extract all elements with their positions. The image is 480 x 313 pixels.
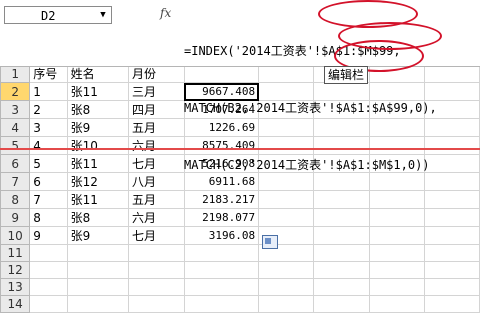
- row-header[interactable]: 7: [0, 172, 31, 191]
- cell-c[interactable]: 八月: [127, 172, 185, 191]
- cell-empty[interactable]: [368, 226, 425, 245]
- formula-line: MATCH(B2,'2014工资表'!$A$1:$A$99,0),: [184, 101, 437, 115]
- chevron-down-icon[interactable]: ▼: [97, 9, 109, 21]
- row-header[interactable]: 9: [0, 208, 31, 227]
- cell-empty[interactable]: [423, 244, 480, 262]
- cell-b[interactable]: [66, 261, 129, 279]
- cell-d[interactable]: 3196.08: [183, 226, 260, 245]
- cell-empty[interactable]: [313, 226, 370, 245]
- cell-empty[interactable]: [423, 226, 480, 245]
- cell-b[interactable]: 张11: [66, 190, 129, 209]
- cell-a[interactable]: 序号: [29, 64, 68, 83]
- row-header[interactable]: 6: [0, 154, 31, 173]
- row-header[interactable]: 1: [0, 64, 31, 83]
- paste-options-icon[interactable]: [262, 235, 278, 249]
- cell-c[interactable]: 六月: [127, 136, 185, 155]
- cell-a[interactable]: 5: [29, 154, 68, 173]
- cell-empty[interactable]: [368, 295, 425, 313]
- cell-empty[interactable]: [313, 295, 370, 313]
- cell-a[interactable]: [29, 295, 68, 313]
- cell-empty[interactable]: [313, 278, 370, 296]
- cell-b[interactable]: 张8: [66, 100, 129, 119]
- cell-empty[interactable]: [313, 261, 370, 279]
- cell-c[interactable]: 三月: [127, 82, 185, 101]
- formula-line: MATCH(C2,'2014工资表'!$A$1:$M$1,0)): [184, 158, 430, 172]
- cell-empty[interactable]: [368, 261, 425, 279]
- cell-b[interactable]: 张11: [66, 154, 129, 173]
- formula-line: =INDEX('2014工资表'!$A$1:$M$99,: [184, 44, 401, 58]
- cell-a[interactable]: 9: [29, 226, 68, 245]
- row-header[interactable]: 11: [0, 244, 31, 262]
- cell-b[interactable]: 张8: [66, 208, 129, 227]
- cell-c[interactable]: 四月: [127, 100, 185, 119]
- cell-d[interactable]: [183, 295, 260, 313]
- cell-a[interactable]: [29, 278, 68, 296]
- cell-empty[interactable]: [423, 261, 480, 279]
- cell-c[interactable]: [127, 261, 185, 279]
- cell-c[interactable]: [127, 244, 185, 262]
- strike-line: [0, 148, 480, 150]
- cell-a[interactable]: 3: [29, 118, 68, 137]
- cell-d[interactable]: [183, 278, 260, 296]
- cell-empty[interactable]: [368, 244, 425, 262]
- cell-d[interactable]: [183, 244, 260, 262]
- cell-b[interactable]: 张9: [66, 118, 129, 137]
- cell-c[interactable]: [127, 295, 185, 313]
- table-row: 11: [0, 244, 480, 262]
- cell-a[interactable]: [29, 261, 68, 279]
- row-header[interactable]: 10: [0, 226, 31, 245]
- row-header[interactable]: 14: [0, 295, 31, 313]
- row-header[interactable]: 12: [0, 261, 31, 279]
- name-box-value: D2: [41, 9, 56, 23]
- formula-text[interactable]: =INDEX('2014工资表'!$A$1:$M$99, MATCH(B2,'2…: [184, 4, 478, 213]
- cell-b[interactable]: 张10: [66, 136, 129, 155]
- row-header[interactable]: 2: [0, 82, 31, 101]
- cell-empty[interactable]: [423, 278, 480, 296]
- cell-b[interactable]: [66, 244, 129, 262]
- table-row: 13: [0, 278, 480, 296]
- cell-c[interactable]: 七月: [127, 226, 185, 245]
- cell-a[interactable]: 1: [29, 82, 68, 101]
- row-header[interactable]: 5: [0, 136, 31, 155]
- cell-b[interactable]: 张11: [66, 82, 129, 101]
- cell-c[interactable]: 六月: [127, 208, 185, 227]
- row-header[interactable]: 8: [0, 190, 31, 209]
- cell-b[interactable]: 姓名: [66, 64, 129, 83]
- cell-b[interactable]: 张12: [66, 172, 129, 191]
- cell-empty[interactable]: [423, 295, 480, 313]
- row-header[interactable]: 4: [0, 118, 31, 137]
- cell-b[interactable]: 张9: [66, 226, 129, 245]
- cell-empty[interactable]: [258, 295, 315, 313]
- table-row: 14: [0, 295, 480, 313]
- cell-a[interactable]: 7: [29, 190, 68, 209]
- cell-b[interactable]: [66, 278, 129, 296]
- cell-d[interactable]: [183, 261, 260, 279]
- cell-c[interactable]: 七月: [127, 154, 185, 173]
- cell-empty[interactable]: [258, 278, 315, 296]
- cell-empty[interactable]: [313, 244, 370, 262]
- table-row: 12: [0, 261, 480, 279]
- table-row: 10 9 张9 七月 3196.08: [0, 226, 480, 245]
- cell-c[interactable]: 月份: [127, 64, 185, 83]
- cell-a[interactable]: [29, 244, 68, 262]
- formula-bar: D2 ▼ fx =INDEX('2014工资表'!$A$1:$M$99, MAT…: [0, 0, 480, 172]
- cell-c[interactable]: 五月: [127, 190, 185, 209]
- cell-a[interactable]: 6: [29, 172, 68, 191]
- row-header[interactable]: 3: [0, 100, 31, 119]
- cell-c[interactable]: [127, 278, 185, 296]
- cell-a[interactable]: 4: [29, 136, 68, 155]
- cell-a[interactable]: 8: [29, 208, 68, 227]
- cell-empty[interactable]: [368, 278, 425, 296]
- cell-c[interactable]: 五月: [127, 118, 185, 137]
- cell-a[interactable]: 2: [29, 100, 68, 119]
- row-header[interactable]: 13: [0, 278, 31, 296]
- fx-icon[interactable]: fx: [160, 6, 171, 20]
- cell-empty[interactable]: [258, 261, 315, 279]
- cell-b[interactable]: [66, 295, 129, 313]
- name-box[interactable]: D2 ▼: [4, 6, 112, 24]
- annotation-label: 编辑栏: [324, 66, 369, 84]
